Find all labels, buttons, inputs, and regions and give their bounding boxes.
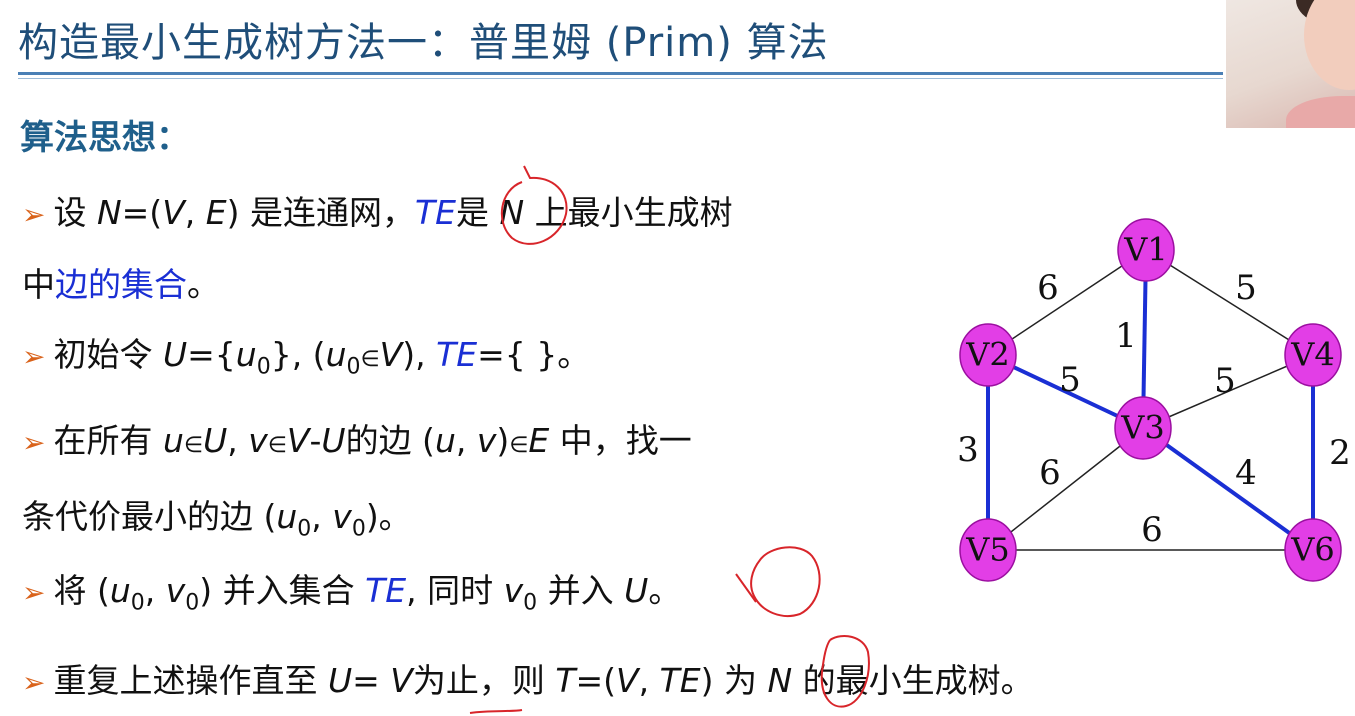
graph-node-V1: V1 — [1117, 218, 1175, 282]
graph-node-V3: V3 — [1114, 396, 1172, 460]
node-label: V3 — [1120, 409, 1164, 447]
graph-node-V5: V5 — [959, 518, 1017, 582]
edge-weight-label: 5 — [1059, 360, 1081, 400]
edge-weight-label: 3 — [957, 430, 979, 470]
node-label: V5 — [965, 531, 1009, 569]
edge-weight-label: 2 — [1329, 433, 1351, 473]
edge-weight-label: 6 — [1037, 268, 1059, 308]
graph-node-V6: V6 — [1284, 518, 1342, 582]
edge-weight-label: 1 — [1115, 316, 1137, 356]
graph-diagram: 6 515 53 26 46 V1V2 V4V3V5 V6 — [957, 218, 1351, 582]
graph-node-V2: V2 — [959, 323, 1017, 387]
node-label: V1 — [1123, 231, 1167, 269]
graph-node-V4: V4 — [1284, 323, 1342, 387]
edge-V1-V4 — [1145, 249, 1314, 356]
edge-weight-label: 4 — [1235, 453, 1257, 493]
edge-V3-V6 — [1141, 426, 1315, 552]
node-label: V4 — [1290, 336, 1334, 374]
node-label: V2 — [965, 336, 1009, 374]
edge-weight-label: 6 — [1039, 453, 1061, 493]
edge-weight-label: 5 — [1235, 268, 1257, 308]
node-label: V6 — [1290, 531, 1334, 569]
edge-weight-label: 6 — [1141, 510, 1163, 550]
edge-weight-label: 5 — [1214, 361, 1236, 401]
